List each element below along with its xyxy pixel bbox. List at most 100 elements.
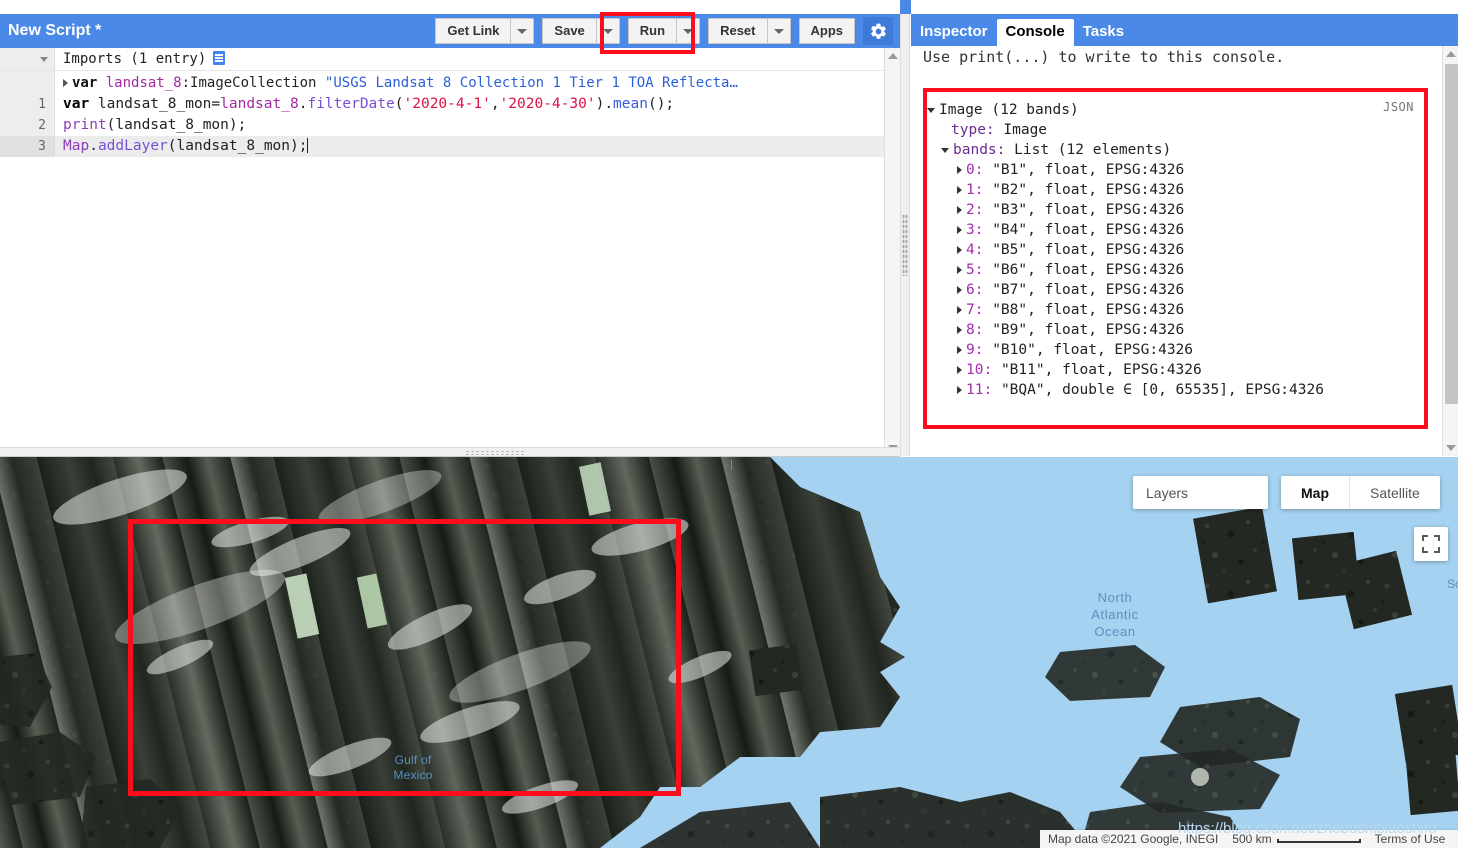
apps-button[interactable]: Apps [799,18,856,44]
json-band-index: 5: [966,260,983,280]
json-band-chevron-right-icon[interactable] [957,306,962,314]
reset-dropdown-arrow-icon[interactable] [767,18,791,44]
imports-gutter [0,48,55,70]
json-root-chevron-down-icon[interactable] [927,108,935,113]
json-band-index: 1: [966,180,983,200]
json-band-chevron-right-icon[interactable] [957,166,962,174]
import-entry-code: var landsat_8: ImageCollection "USGS Lan… [63,75,738,91]
code-token: print [63,117,107,133]
chevron-down-icon[interactable] [40,57,48,62]
json-toggle-label[interactable]: JSON [1383,100,1414,114]
json-bands-row[interactable]: bands: List (12 elements) [927,140,1324,160]
code-token: landsat_8 [220,96,299,112]
json-band-chevron-right-icon[interactable] [957,206,962,214]
console-panel: Inspector Console Tasks Use print(...) t… [911,0,1458,456]
json-band-chevron-right-icon[interactable] [957,386,962,394]
json-band-name: "B1", [992,160,1036,180]
map-fullscreen-button[interactable] [1414,527,1448,561]
tab-console[interactable]: Console [997,19,1074,46]
code-token: , [491,96,500,112]
save-group: Save [542,18,619,44]
vertical-splitter-grip[interactable] [902,214,908,276]
line-number: 2 [0,115,55,136]
tab-inspector[interactable]: Inspector [911,19,997,46]
json-band-chevron-right-icon[interactable] [957,266,962,274]
json-band-chevron-right-icon[interactable] [957,286,962,294]
json-bands-value: List (12 elements) [1014,140,1171,160]
json-band-detail: float, EPSG:4326 [1045,260,1185,280]
console-scroll-thumb[interactable] [1445,64,1458,404]
editor-scroll-up-arrow-icon[interactable] [885,48,901,64]
console-output-body: JSON Image (12 bands) type: Image bands:… [911,74,1442,456]
json-type-row: type: Image [927,120,1324,140]
code-line[interactable]: 3Map.addLayer(landsat_8_mon); [0,136,900,157]
map-type-map-button[interactable]: Map [1281,476,1350,509]
json-band-chevron-right-icon[interactable] [957,326,962,334]
save-dropdown-arrow-icon[interactable] [596,18,620,44]
map-top-tick-marker [731,460,732,470]
horizontal-splitter[interactable] [0,447,900,457]
json-band-chevron-right-icon[interactable] [957,246,962,254]
editor-toolbar: New Script * Get Link Save Run Reset [0,14,900,48]
code-token: ) [596,96,605,112]
json-band-row[interactable]: 6: "B7", float, EPSG:4326 [927,280,1324,300]
editor-vertical-scrollbar[interactable] [884,48,901,456]
import-entry-row[interactable]: var landsat_8: ImageCollection "USGS Lan… [0,71,900,95]
import-type: ImageCollection [190,75,316,91]
map-viewport[interactable]: NorthAtlanticOcean Gulf ofMexico [0,457,1458,848]
map-type-satellite-button[interactable]: Satellite [1350,476,1440,509]
code-editor-area[interactable]: 1var landsat_8_mon=landsat_8.filterDate(… [0,94,900,456]
console-json-tree: Image (12 bands) type: Image bands: List… [927,100,1324,400]
json-band-detail: float, EPSG:4326 [1062,360,1202,380]
code-token: ( [168,138,177,154]
json-band-row[interactable]: 4: "B5", float, EPSG:4326 [927,240,1324,260]
code-token: . [89,138,98,154]
json-band-row[interactable]: 5: "B6", float, EPSG:4326 [927,260,1324,280]
code-token: landsat_8_mon [115,117,229,133]
json-band-chevron-right-icon[interactable] [957,346,962,354]
json-band-row[interactable]: 3: "B4", float, EPSG:4326 [927,220,1324,240]
get-link-dropdown-arrow-icon[interactable] [510,18,534,44]
console-scroll-down-arrow-icon[interactable] [1443,440,1458,456]
console-scroll-up-arrow-icon[interactable] [1443,46,1458,62]
json-band-row[interactable]: 2: "B3", float, EPSG:4326 [927,200,1324,220]
run-dropdown-arrow-icon[interactable] [676,18,700,44]
json-band-index: 0: [966,160,983,180]
horizontal-splitter-grip[interactable] [465,450,525,456]
json-band-chevron-right-icon[interactable] [957,186,962,194]
json-band-row[interactable]: 0: "B1", float, EPSG:4326 [927,160,1324,180]
settings-gear-button[interactable] [863,17,893,45]
map-edge-partial-label: Sc [1447,577,1458,591]
json-band-row[interactable]: 1: "B2", float, EPSG:4326 [927,180,1324,200]
imports-label: Imports (1 entry) [63,51,225,67]
import-description: "USGS Landsat 8 Collection 1 Tier 1 TOA … [325,75,738,91]
map-layers-button[interactable]: Layers [1133,476,1268,509]
get-link-button[interactable]: Get Link [435,18,510,44]
json-root-row[interactable]: Image (12 bands) [927,100,1324,120]
map-imagery [0,457,1458,848]
chevron-right-icon[interactable] [63,79,68,87]
console-vertical-scrollbar[interactable] [1442,46,1458,456]
map-terms-of-use-link[interactable]: Terms of Use [1367,832,1454,846]
json-band-row[interactable]: 10: "B11", float, EPSG:4326 [927,360,1324,380]
reset-button[interactable]: Reset [708,18,766,44]
json-band-row[interactable]: 11: "BQA", double ∈ [0, 65535], EPSG:432… [927,380,1324,400]
imports-doc-icon[interactable] [213,51,225,65]
json-band-row[interactable]: 8: "B9", float, EPSG:4326 [927,320,1324,340]
json-band-chevron-right-icon[interactable] [957,366,962,374]
code-line[interactable]: 1var landsat_8_mon=landsat_8.filterDate(… [0,94,900,115]
code-token: ); [229,117,246,133]
imports-label-text: Imports (1 entry) [63,51,206,67]
json-band-detail: float, EPSG:4326 [1045,180,1185,200]
json-band-row[interactable]: 7: "B8", float, EPSG:4326 [927,300,1324,320]
vertical-splitter[interactable] [900,14,910,456]
json-band-chevron-right-icon[interactable] [957,226,962,234]
code-line[interactable]: 2print(landsat_8_mon); [0,115,900,136]
tab-tasks[interactable]: Tasks [1074,19,1133,46]
run-button[interactable]: Run [628,18,676,44]
json-bands-chevron-down-icon[interactable] [941,148,949,153]
save-button[interactable]: Save [542,18,595,44]
json-band-index: 6: [966,280,983,300]
imports-header[interactable]: Imports (1 entry) [0,48,900,71]
json-band-row[interactable]: 9: "B10", float, EPSG:4326 [927,340,1324,360]
